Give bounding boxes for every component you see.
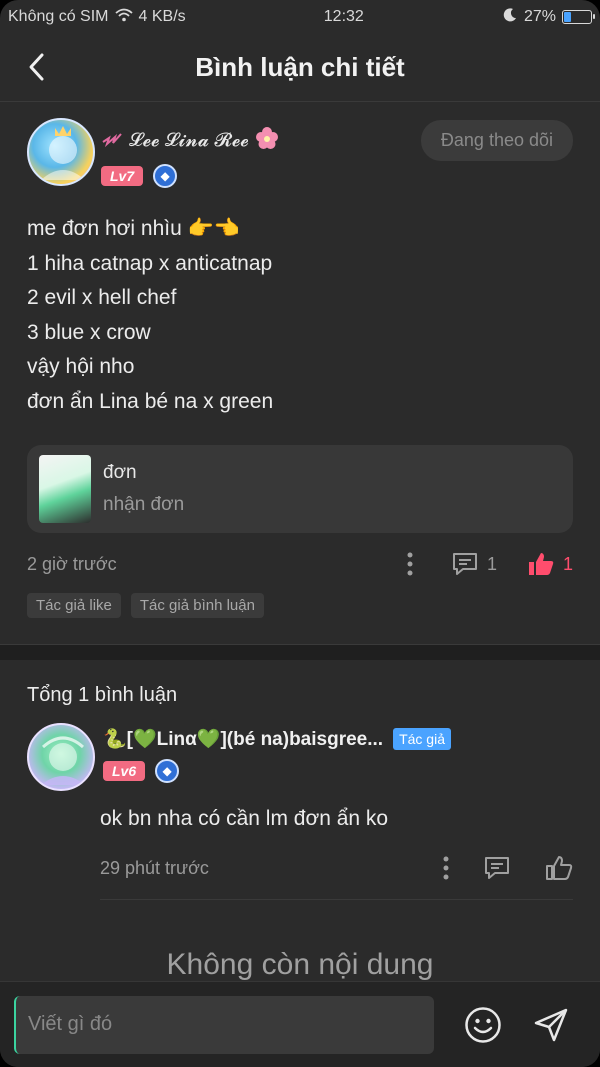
screen: Không có SIM 4 KB/s 12:32 27% Bình luận … [0, 0, 600, 1067]
header: Bình luận chi tiết [0, 34, 600, 102]
like-button[interactable]: 1 [527, 551, 573, 577]
like-count: 1 [562, 553, 573, 574]
reply-button[interactable] [483, 855, 511, 881]
post-actions: 1 1 [407, 547, 573, 581]
post-author-badges: Lv7 ◆ [101, 164, 279, 188]
comment-divider [100, 899, 573, 900]
status-left: Không có SIM 4 KB/s [8, 8, 186, 27]
emoji-button[interactable] [464, 1006, 502, 1044]
network-speed: 4 KB/s [138, 8, 186, 25]
post-tags: Tác giả like Tác giả bình luận [27, 593, 573, 618]
back-button[interactable] [22, 50, 52, 84]
send-icon [534, 1008, 568, 1042]
zigzag-icon [101, 128, 123, 154]
level-badge: Lv7 [101, 166, 144, 186]
comment-name-row: 🐍[💚Linα💚](bé na)baisgree... Tác giả [103, 727, 451, 751]
comment-time: 29 phút trước [100, 857, 209, 878]
comment-body: ok bn nha có cần lm đơn ẩn ko [100, 807, 389, 830]
avatar-art-icon [41, 736, 85, 785]
page-title: Bình luận chi tiết [195, 52, 405, 82]
comments-total: Tổng 1 bình luận [27, 684, 178, 706]
more-vertical-icon [443, 856, 449, 880]
post-body: me đơn hơi nhìu 👉👈 1 hiha catnap x antic… [27, 212, 573, 419]
status-bar: Không có SIM 4 KB/s 12:32 27% [0, 0, 600, 34]
comment-more-options-button[interactable] [443, 856, 449, 880]
comment-item: 🐍[💚Linα💚](bé na)baisgree... Tác giả Lv6 … [27, 723, 573, 900]
follow-button[interactable]: Đang theo dõi [420, 120, 573, 161]
more-options-button[interactable] [407, 552, 413, 576]
battery-fill [564, 12, 572, 22]
post-meta-row: 2 giờ trước 1 1 [27, 547, 573, 581]
comment-author-avatar[interactable] [27, 723, 95, 791]
thumbs-up-icon [546, 856, 573, 880]
comment-count: 1 [486, 553, 497, 574]
chevron-left-icon [29, 53, 44, 81]
smiley-icon [465, 1007, 501, 1043]
tag-author-comment: Tác giả bình luận [130, 593, 264, 618]
battery-icon [562, 10, 595, 24]
verified-badge-icon: ◆ [153, 164, 178, 188]
post-author-name-text: 𝓛𝓮𝓮 𝓛𝓲𝓷𝓪 𝓡𝓮𝓮 [129, 130, 249, 151]
post: 𝓛𝓮𝓮 𝓛𝓲𝓷𝓪 𝓡𝓮𝓮 Lv7 ◆ Đang theo dõi me đơn … [0, 102, 600, 618]
post-body-line: đơn ẩn Lina bé na x green [27, 389, 274, 413]
comment-button[interactable]: 1 [451, 551, 497, 577]
comment-author-info: 🐍[💚Linα💚](bé na)baisgree... Tác giả Lv6 … [103, 723, 451, 783]
comment-icon [485, 857, 509, 879]
post-body-line: 2 evil x hell chef [27, 286, 177, 309]
section-divider [0, 644, 600, 660]
comment-head: 🐍[💚Linα💚](bé na)baisgree... Tác giả Lv6 … [27, 723, 573, 793]
send-button[interactable] [532, 1006, 570, 1044]
status-right: 27% [502, 7, 595, 28]
thumbs-up-filled-icon [528, 553, 554, 575]
moon-icon [502, 7, 518, 28]
comment-author-badges: Lv6 ◆ [103, 759, 451, 783]
avatar-art-icon [41, 126, 85, 180]
post-body-line: 1 hiha catnap x anticatnap [27, 251, 273, 275]
comment-author-name[interactable]: 🐍[💚Linα💚](bé na)baisgree... [103, 727, 383, 751]
no-more-content: Không còn nội dung [166, 948, 434, 981]
attachment-card[interactable]: đơn nhận đơn [27, 445, 573, 533]
wifi-icon [114, 8, 133, 27]
attachment-subtitle: nhận đơn [103, 494, 185, 515]
battery-level-text: 27% [523, 8, 556, 25]
comment-meta-row: 29 phút trước [100, 851, 573, 885]
attachment-text: đơn nhận đơn [103, 462, 184, 516]
post-time: 2 giờ trước [27, 553, 117, 574]
post-author-info: 𝓛𝓮𝓮 𝓛𝓲𝓷𝓪 𝓡𝓮𝓮 Lv7 ◆ [101, 118, 279, 188]
comment-icon [452, 553, 477, 575]
verified-badge-icon: ◆ [155, 759, 180, 783]
post-body-line: 3 blue x crow [27, 320, 151, 344]
comments-section: Tổng 1 bình luận 🐍[💚Linα💚](bé na)baisgre… [0, 660, 600, 982]
more-vertical-icon [407, 552, 413, 576]
level-badge: Lv6 [103, 761, 146, 781]
comment-actions [443, 851, 573, 885]
attachment-thumbnail [39, 455, 91, 523]
post-body-line: me đơn hơi nhìu 👉👈 [27, 217, 240, 240]
comment-input[interactable] [14, 995, 434, 1054]
attachment-title: đơn [103, 462, 137, 483]
flower-icon [255, 126, 279, 156]
comment-like-button[interactable] [545, 855, 573, 881]
post-author-name[interactable]: 𝓛𝓮𝓮 𝓛𝓲𝓷𝓪 𝓡𝓮𝓮 [101, 126, 279, 156]
comment-input-bar [0, 981, 600, 1067]
post-author-avatar[interactable] [27, 118, 95, 186]
post-body-line: vậy hội nho [27, 355, 135, 378]
post-author-row: 𝓛𝓮𝓮 𝓛𝓲𝓷𝓪 𝓡𝓮𝓮 Lv7 ◆ Đang theo dõi [27, 118, 573, 194]
tag-author-like: Tác giả like [27, 593, 121, 618]
author-tag-badge: Tác giả [393, 728, 451, 750]
carrier-text: Không có SIM [8, 8, 109, 25]
status-time: 12:32 [323, 8, 364, 25]
